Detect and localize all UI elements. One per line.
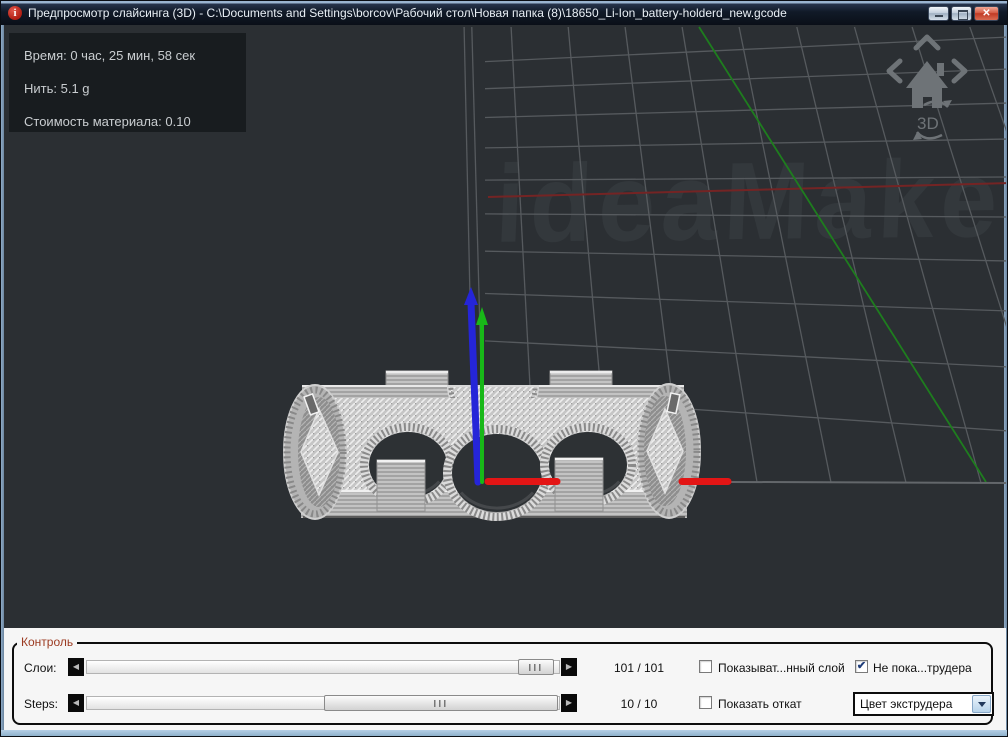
title-bar[interactable]: i Предпросмотр слайсинга (3D) - C:\Docum… [1,1,1007,25]
preview-window: i Предпросмотр слайсинга (3D) - C:\Docum… [0,0,1008,737]
material-cost: Стоимость материала: 0.10 [24,114,191,129]
steps-step-forward-button[interactable]: ▶ [561,694,577,712]
pan-up-icon[interactable] [916,37,938,48]
steps-value: 10 / 10 [599,697,679,711]
show-single-layer-label: Показыват...нный слой [718,661,845,675]
svg-text:3D: 3D [917,114,939,133]
maximize-icon [958,10,968,20]
print-time: Время: 0 час, 25 мин, 58 сек [24,48,195,63]
checkmark-icon: ✔ [857,660,866,672]
show-single-layer-checkbox[interactable] [699,660,712,673]
control-groupbox [12,642,993,725]
control-panel: Контроль Слои: ◀ ▶ 101 / 101 Показыват..… [4,628,1006,732]
layers-value: 101 / 101 [599,661,679,675]
pan-left-icon[interactable] [889,61,900,81]
steps-step-back-button[interactable]: ◀ [68,694,84,712]
view-nav-cluster: 3D [876,29,986,149]
grip-icon [529,664,543,671]
app-icon: i [8,6,22,20]
show-retraction-checkbox[interactable] [699,696,712,709]
groupbox-legend: Контроль [17,635,77,649]
filament-weight: Нить: 5.1 g [24,81,90,96]
layers-step-forward-button[interactable]: ▶ [561,658,577,676]
grip-icon [434,700,448,707]
minimize-icon [935,15,943,17]
steps-label: Steps: [24,697,58,711]
layers-label: Слои: [24,661,57,675]
show-retraction-label: Показать откат [718,697,802,711]
window-border-bottom [1,730,1007,736]
layers-slider-track[interactable] [86,660,560,674]
close-button[interactable]: ✕ [974,6,999,21]
dropdown-arrow-icon[interactable] [972,695,991,713]
layers-step-back-button[interactable]: ◀ [68,658,84,676]
minimize-button[interactable] [928,6,949,21]
home-view-icon[interactable] [906,61,948,108]
hide-extruder-label: Не пока...трудера [873,661,972,675]
3d-viewport[interactable]: ideaMaker [4,25,1006,628]
window-title: Предпросмотр слайсинга (3D) - C:\Documen… [28,6,928,20]
steps-slider-thumb[interactable] [324,695,558,711]
color-mode-dropdown[interactable]: Цвет экструдера [853,692,994,716]
print-stats-overlay: Время: 0 час, 25 мин, 58 сек Нить: 5.1 g… [9,33,246,132]
hide-extruder-checkbox[interactable]: ✔ [855,660,868,673]
pan-right-icon[interactable] [954,61,965,81]
dropdown-value: Цвет экструдера [860,697,952,711]
layers-slider-thumb[interactable] [518,659,554,675]
maximize-button[interactable] [951,6,972,21]
